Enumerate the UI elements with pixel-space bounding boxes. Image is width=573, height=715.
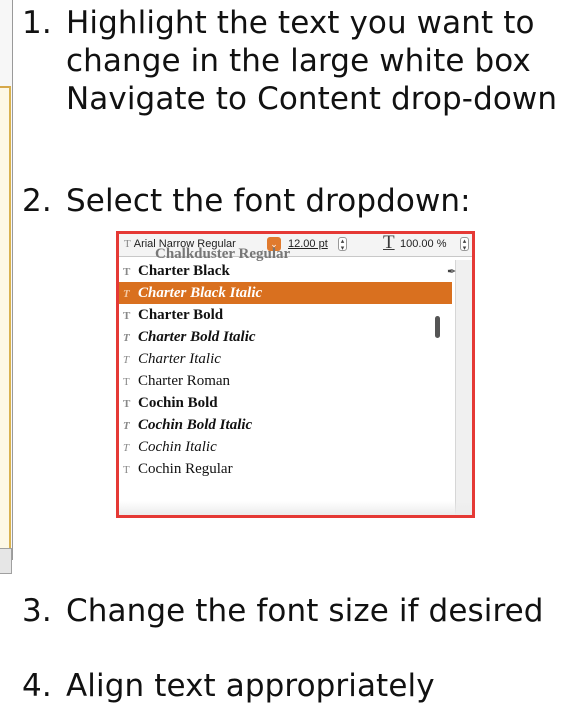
font-type-icon: T	[123, 354, 130, 366]
step-4-line-1: Align text appropriately	[66, 668, 435, 704]
font-list-item[interactable]: T Charter Bold Italic	[119, 326, 472, 348]
font-type-icon: T	[124, 238, 131, 250]
step-4-number: 4.	[22, 668, 52, 704]
font-list-item[interactable]: T Charter Italic	[119, 348, 472, 370]
font-list-item[interactable]: T Cochin Italic	[119, 436, 472, 458]
font-list-item[interactable]: T Charter Black	[119, 260, 472, 282]
font-list-item-label: Charter Black	[138, 263, 230, 279]
step-2-line-1: Select the font dropdown:	[66, 183, 471, 219]
font-list-item-label: Cochin Italic	[138, 439, 217, 455]
font-list-item-label: Charter Black Italic	[138, 285, 263, 301]
step-1-line-3: Navigate to Content drop-down	[66, 81, 558, 117]
step-3: 3. Change the font size if desired	[22, 592, 544, 630]
font-list: T Charter Black T Charter Black Italic T Char…	[119, 260, 472, 480]
font-list-item[interactable]: T Cochin Regular	[119, 458, 472, 480]
step-1: 1. Highlight the text you want to change …	[22, 4, 557, 118]
font-type-icon: T	[123, 464, 130, 476]
font-list-item[interactable]: T Cochin Bold	[119, 392, 472, 414]
left-window-control	[0, 548, 12, 574]
font-type-icon: T	[123, 332, 130, 344]
font-type-icon: T	[123, 288, 130, 300]
font-type-icon: T	[123, 442, 130, 454]
font-list-item[interactable]: T Cochin Bold Italic	[119, 414, 472, 436]
text-scale-icon: T	[383, 232, 395, 253]
font-list-item-label: Cochin Bold Italic	[138, 417, 253, 433]
font-list-item-label: Charter Bold Italic	[138, 329, 256, 345]
font-type-icon: T	[123, 310, 131, 322]
step-1-number: 1.	[22, 5, 52, 41]
font-type-icon: T	[123, 420, 130, 432]
font-size-field[interactable]: 12.00 pt	[288, 238, 328, 251]
font-list-item[interactable]: T Charter Bold	[119, 304, 472, 326]
font-list-item-label: Charter Roman	[138, 373, 231, 389]
step-2: 2. Select the font dropdown:	[22, 182, 471, 220]
step-4: 4. Align text appropriately	[22, 667, 435, 705]
font-type-icon: T	[123, 376, 130, 388]
font-list-item-label: Charter Italic	[138, 351, 221, 367]
font-type-icon: T	[123, 266, 131, 278]
font-list-item[interactable]: T Charter Black Italic	[119, 282, 452, 304]
font-list-fade	[119, 501, 472, 515]
step-1-line-2: change in the large white box	[66, 43, 531, 79]
step-1-line-1: Highlight the text you want to	[66, 5, 535, 41]
font-list-item-label: Charter Bold	[138, 307, 224, 323]
font-list-item-label: Cochin Bold	[138, 395, 218, 411]
font-dropdown-screenshot: T Arial Narrow Regular ⌄ 12.00 pt ▴ ▾ T 10…	[116, 231, 475, 518]
step-2-number: 2.	[22, 183, 52, 219]
font-list-item[interactable]: T Charter Roman	[119, 370, 472, 392]
step-3-line-1: Change the font size if desired	[66, 593, 544, 629]
scale-stepper[interactable]: ▴ ▾	[460, 237, 469, 252]
font-size-stepper[interactable]: ▴ ▾	[338, 237, 347, 252]
left-window-edge	[0, 0, 13, 574]
step-3-number: 3.	[22, 593, 52, 629]
font-type-icon: T	[123, 398, 131, 410]
scale-field[interactable]: 100.00 %	[400, 238, 446, 251]
font-list-item-label: Cochin Regular	[138, 461, 233, 477]
left-window-frame	[0, 86, 11, 550]
